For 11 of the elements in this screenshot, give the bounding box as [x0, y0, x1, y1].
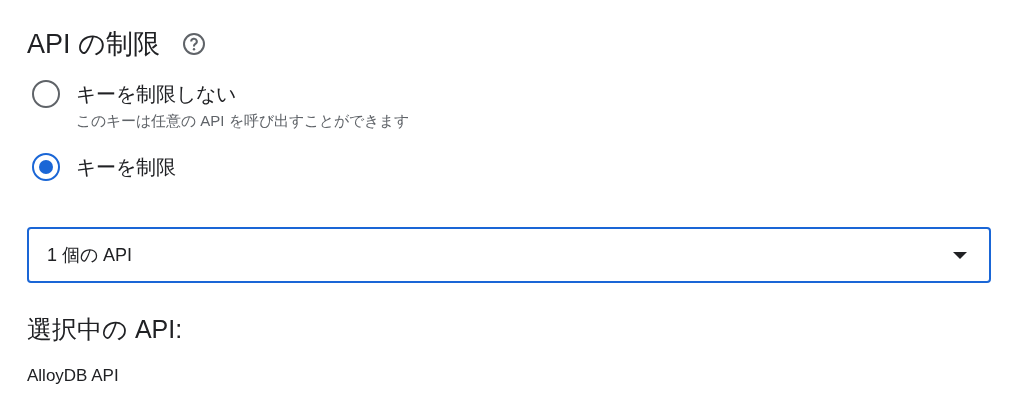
radio-button[interactable] [32, 80, 60, 108]
section-title: API の制限 [27, 28, 161, 61]
option-label: キーを制限しない [76, 82, 237, 107]
api-select[interactable]: 1 個の API [27, 227, 991, 283]
radio-button[interactable] [32, 153, 60, 181]
help-icon[interactable] [182, 32, 207, 56]
caret-icon [953, 251, 967, 259]
api-name: AlloyDB API [27, 366, 120, 386]
option-description: このキーは任意の API を呼び出すことができます [76, 112, 409, 131]
selected-apis-heading: 選択中の API: [27, 314, 184, 345]
option-label: キーを制限 [76, 155, 176, 180]
